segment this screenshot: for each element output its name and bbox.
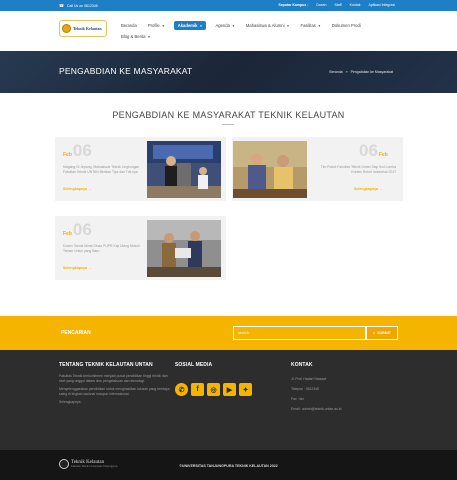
breadcrumb-current: Pengabdian ke Masyarakat: [350, 70, 393, 74]
footer-about-text: Menyelenggarakan pendidikan untuk mengha…: [59, 387, 170, 396]
photo-ceremony-icon: [147, 220, 221, 277]
post-date: 06 Feb: [359, 142, 388, 159]
page-title: PENGABDIAN KE MASYARAKAT: [59, 66, 193, 76]
post-day: 06: [359, 141, 378, 160]
contact-phone: Telepon : 0812345: [291, 387, 319, 391]
footer-contact: KONTAK Jl. Prof. Hadari Nawawi Telepon :…: [291, 362, 401, 412]
youtube-icon[interactable]: ▶: [223, 383, 236, 396]
photo-podium-icon: [147, 141, 221, 198]
chevron-down-icon: ▼: [161, 23, 165, 28]
post-image[interactable]: [147, 220, 221, 277]
post-day: 06: [72, 220, 92, 239]
section-title: PENGABDIAN KE MASYARAKAT TEKNIK KELAUTAN: [112, 110, 345, 120]
post-day: 06: [72, 141, 92, 160]
phone-icon: ☎: [59, 3, 64, 8]
post-date: Feb 06: [63, 221, 92, 238]
bottom-bar: Teknik Kelautan Fakultas Teknik Universi…: [0, 450, 457, 480]
search-input[interactable]: [233, 326, 366, 340]
footer-about: TENTANG TEKNIK KELAUTAN UNTAN Fakultas T…: [59, 362, 171, 405]
nav-label: Akademik: [177, 23, 198, 28]
nav-profile[interactable]: Profile ▼: [146, 21, 167, 30]
twitter-icon[interactable]: ✦: [239, 383, 252, 396]
search-label: PENCARIAN: [61, 330, 91, 336]
post-excerpt: Magang Di Jepang, Mahasiswa Teknik Lingk…: [63, 165, 140, 174]
instagram-icon[interactable]: ◎: [207, 383, 220, 396]
contact-email[interactable]: Email : admin@teknik.untan.ac.id: [291, 407, 401, 412]
main-nav: Beranda Profile ▼ Akademik ▼ Agenda ▼ Mahas…: [119, 21, 399, 41]
nav-label: Dokumen Prodi: [331, 23, 361, 28]
top-links-label: Seputar Kampus :: [278, 3, 309, 7]
top-links: Seputar Kampus : Dosen Staff Kontak Apli…: [278, 3, 395, 7]
nav-mahasiswa-alumni[interactable]: Mahasiswa & Alumni ▼: [244, 21, 292, 30]
chevron-down-icon: ▼: [231, 23, 235, 28]
footer-read-more-link[interactable]: Selengkapnya: [59, 400, 171, 405]
submit-label: SUBMIT: [377, 331, 391, 335]
phone-contact: ☎ Call Us on 0812345: [59, 3, 98, 8]
facebook-icon[interactable]: f: [191, 383, 204, 396]
breadcrumb-separator: »: [345, 70, 348, 74]
read-more-link[interactable]: Selengkapnya →: [354, 187, 383, 191]
nav-label: Blog & Berita: [121, 34, 146, 39]
top-link-aplikasi[interactable]: Aplikasi Integrasi: [369, 3, 395, 7]
footer-about-title: TENTANG TEKNIK KELAUTAN UNTAN: [59, 362, 153, 368]
page-title-band: PENGABDIAN KE MASYARAKAT Beranda » Penga…: [0, 51, 457, 93]
chevron-down-icon: ▼: [286, 23, 290, 28]
footer-social-title: SOSIAL MEDIA: [175, 362, 213, 368]
footer-social: SOSIAL MEDIA ✆ f ◎ ▶ ✦: [175, 362, 275, 396]
main-content: PENGABDIAN KE MASYARAKAT TEKNIK KELAUTAN…: [0, 93, 457, 316]
submit-button[interactable]: ⌕ SUBMIT: [366, 326, 398, 340]
nav-agenda[interactable]: Agenda ▼: [213, 21, 236, 30]
search-icon: ⌕: [373, 331, 376, 335]
nav-label: Fasilitas: [300, 23, 316, 28]
site-footer: TENTANG TEKNIK KELAUTAN UNTAN Fakultas T…: [0, 350, 457, 450]
post-image[interactable]: [147, 141, 221, 198]
post-date: Feb 06: [63, 142, 92, 159]
post-image[interactable]: [233, 141, 307, 198]
post-month: Feb: [378, 152, 388, 158]
chevron-down-icon: ▼: [317, 23, 321, 28]
whatsapp-icon[interactable]: ✆: [175, 383, 188, 396]
post-card[interactable]: Feb 06 Magang Di Jepang, Mahasiswa Tekni…: [55, 137, 226, 201]
footer-about-text: Fakultas Teknik berkomitmen menjadi pusa…: [59, 374, 168, 383]
top-bar: ☎ Call Us on 0812345 Seputar Kampus : Do…: [0, 0, 457, 11]
photo-meeting-icon: [233, 141, 307, 198]
nav-akademik[interactable]: Akademik ▼: [173, 21, 207, 30]
nav-label: Profile: [147, 23, 160, 28]
read-more-link[interactable]: Selengkapnya →: [63, 266, 92, 270]
footer-contact-title: KONTAK: [291, 362, 313, 368]
nav-label: Mahasiswa & Alumni: [245, 23, 285, 28]
post-card[interactable]: Feb 06 Dosen Teknik Minta Dinas PUPR Kaj…: [55, 216, 226, 280]
top-link-staff[interactable]: Staff: [334, 3, 341, 7]
nav-fasilitas[interactable]: Fasilitas ▼: [299, 21, 323, 30]
post-month: Feb: [63, 231, 72, 237]
social-icons: ✆ f ◎ ▶ ✦: [175, 383, 275, 396]
phone-text: Call Us on 0812345: [66, 3, 98, 8]
nav-dokumen-prodi[interactable]: Dokumen Prodi: [330, 21, 363, 30]
contact-address: Jl. Prof. Hadari Nawawi: [291, 377, 327, 381]
breadcrumb: Beranda » Pengabdian ke Masyarakat: [329, 70, 393, 74]
nav-label: Agenda: [215, 23, 230, 28]
nav-blog-berita[interactable]: Blog & Berita ▼: [119, 32, 152, 41]
copyright-text: ©UNIVERSITAS TANJUNGPURA TEKNIK KELAUTAN…: [179, 464, 278, 468]
site-header: Teknik Kelautan Beranda Profile ▼ Akademi…: [0, 11, 457, 51]
logo-seal-icon: [62, 24, 71, 33]
logo-text: Teknik Kelautan: [73, 26, 102, 31]
contact-fax: Fax : fax: [291, 397, 305, 401]
nav-beranda[interactable]: Beranda: [119, 21, 139, 30]
chevron-down-icon: ▼: [147, 34, 151, 39]
read-more-link[interactable]: Selengkapnya →: [63, 187, 92, 191]
post-month: Feb: [63, 152, 72, 158]
site-logo[interactable]: Teknik Kelautan: [59, 20, 107, 37]
section-divider: [222, 124, 234, 125]
top-link-kontak[interactable]: Kontak: [350, 3, 361, 7]
breadcrumb-home[interactable]: Beranda: [329, 70, 342, 74]
post-excerpt: Tim Robot Fakultas Teknik Untan Siap Iku…: [320, 165, 396, 174]
post-excerpt: Dosen Teknik Minta Dinas PUPR Kaji Ulang…: [63, 244, 141, 253]
nav-label: Beranda: [121, 23, 137, 28]
chevron-down-icon: ▼: [199, 23, 203, 28]
top-link-dosen[interactable]: Dosen: [316, 3, 326, 7]
search-band: PENCARIAN ⌕ SUBMIT: [0, 316, 457, 350]
post-card[interactable]: 06 Feb Tim Robot Fakultas Teknik Untan S…: [232, 137, 403, 201]
